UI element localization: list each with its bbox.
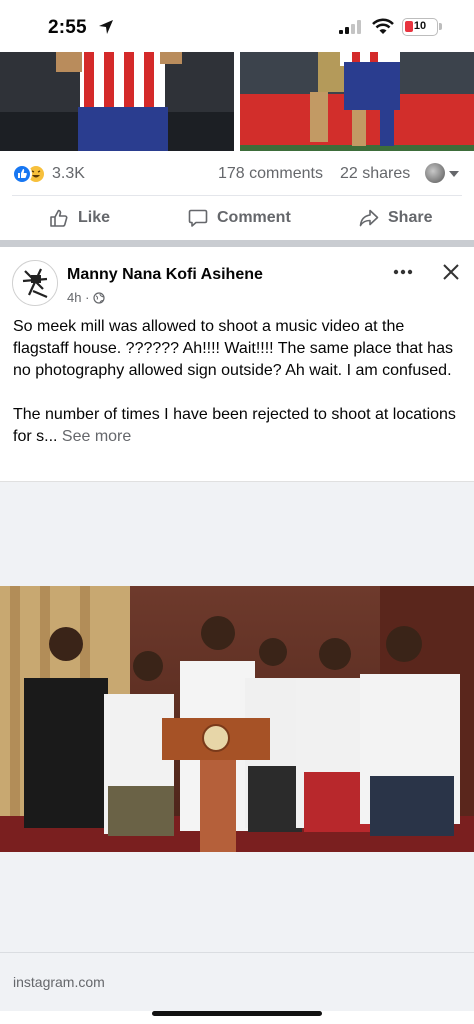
post-photo-left[interactable] xyxy=(0,52,234,151)
previous-post-photos[interactable] xyxy=(0,52,474,151)
thumbs-up-icon xyxy=(50,209,68,227)
home-indicator[interactable] xyxy=(152,1011,322,1016)
share-button[interactable]: Share xyxy=(358,206,432,230)
battery-level: 10 xyxy=(413,20,427,32)
author-avatar[interactable] xyxy=(12,260,58,306)
link-preview-card[interactable]: instagram.com xyxy=(0,481,474,1011)
cellular-signal-icon xyxy=(339,20,361,34)
post-separator xyxy=(0,240,474,247)
shares-count[interactable]: 22 shares xyxy=(340,165,410,183)
close-icon[interactable] xyxy=(441,262,461,282)
globe-icon xyxy=(93,291,106,304)
share-label: Share xyxy=(388,209,433,226)
share-arrow-icon xyxy=(359,209,379,227)
chevron-down-icon[interactable] xyxy=(449,171,459,177)
post-timestamp[interactable]: 4h · xyxy=(67,290,106,305)
preview-divider xyxy=(0,952,474,953)
status-bar: 2:55 10 xyxy=(0,0,474,52)
like-reaction-icon xyxy=(12,164,32,184)
comment-bubble-icon xyxy=(188,209,208,227)
link-domain[interactable]: instagram.com xyxy=(13,974,105,990)
author-name[interactable]: Manny Nana Kofi Asihene xyxy=(67,266,263,284)
comment-label: Comment xyxy=(217,209,291,226)
post-photo-right[interactable] xyxy=(240,52,474,151)
battery-icon: 10 xyxy=(402,18,438,36)
post-paragraph-1: So meek mill was allowed to shoot a musi… xyxy=(13,318,453,379)
comments-count[interactable]: 178 comments xyxy=(218,165,323,183)
more-options-icon[interactable] xyxy=(391,262,415,282)
comment-button[interactable]: Comment xyxy=(187,206,291,230)
see-more-link[interactable]: See more xyxy=(62,428,131,445)
location-arrow-icon xyxy=(99,20,113,34)
link-preview-image[interactable] xyxy=(0,586,474,852)
divider xyxy=(12,195,462,196)
post-body: So meek mill was allowed to shoot a musi… xyxy=(13,316,463,448)
post-paragraph-2: The number of times I have been rejected… xyxy=(13,404,463,448)
reaction-count: 3.3K xyxy=(52,165,85,182)
like-label: Like xyxy=(78,209,111,226)
like-button[interactable]: Like xyxy=(48,206,110,230)
status-time: 2:55 xyxy=(48,17,87,38)
viewer-avatar[interactable] xyxy=(425,163,445,183)
reaction-summary[interactable]: 3.3K xyxy=(12,160,85,188)
post-time-label: 4h · xyxy=(67,290,90,305)
wifi-icon xyxy=(372,18,394,34)
